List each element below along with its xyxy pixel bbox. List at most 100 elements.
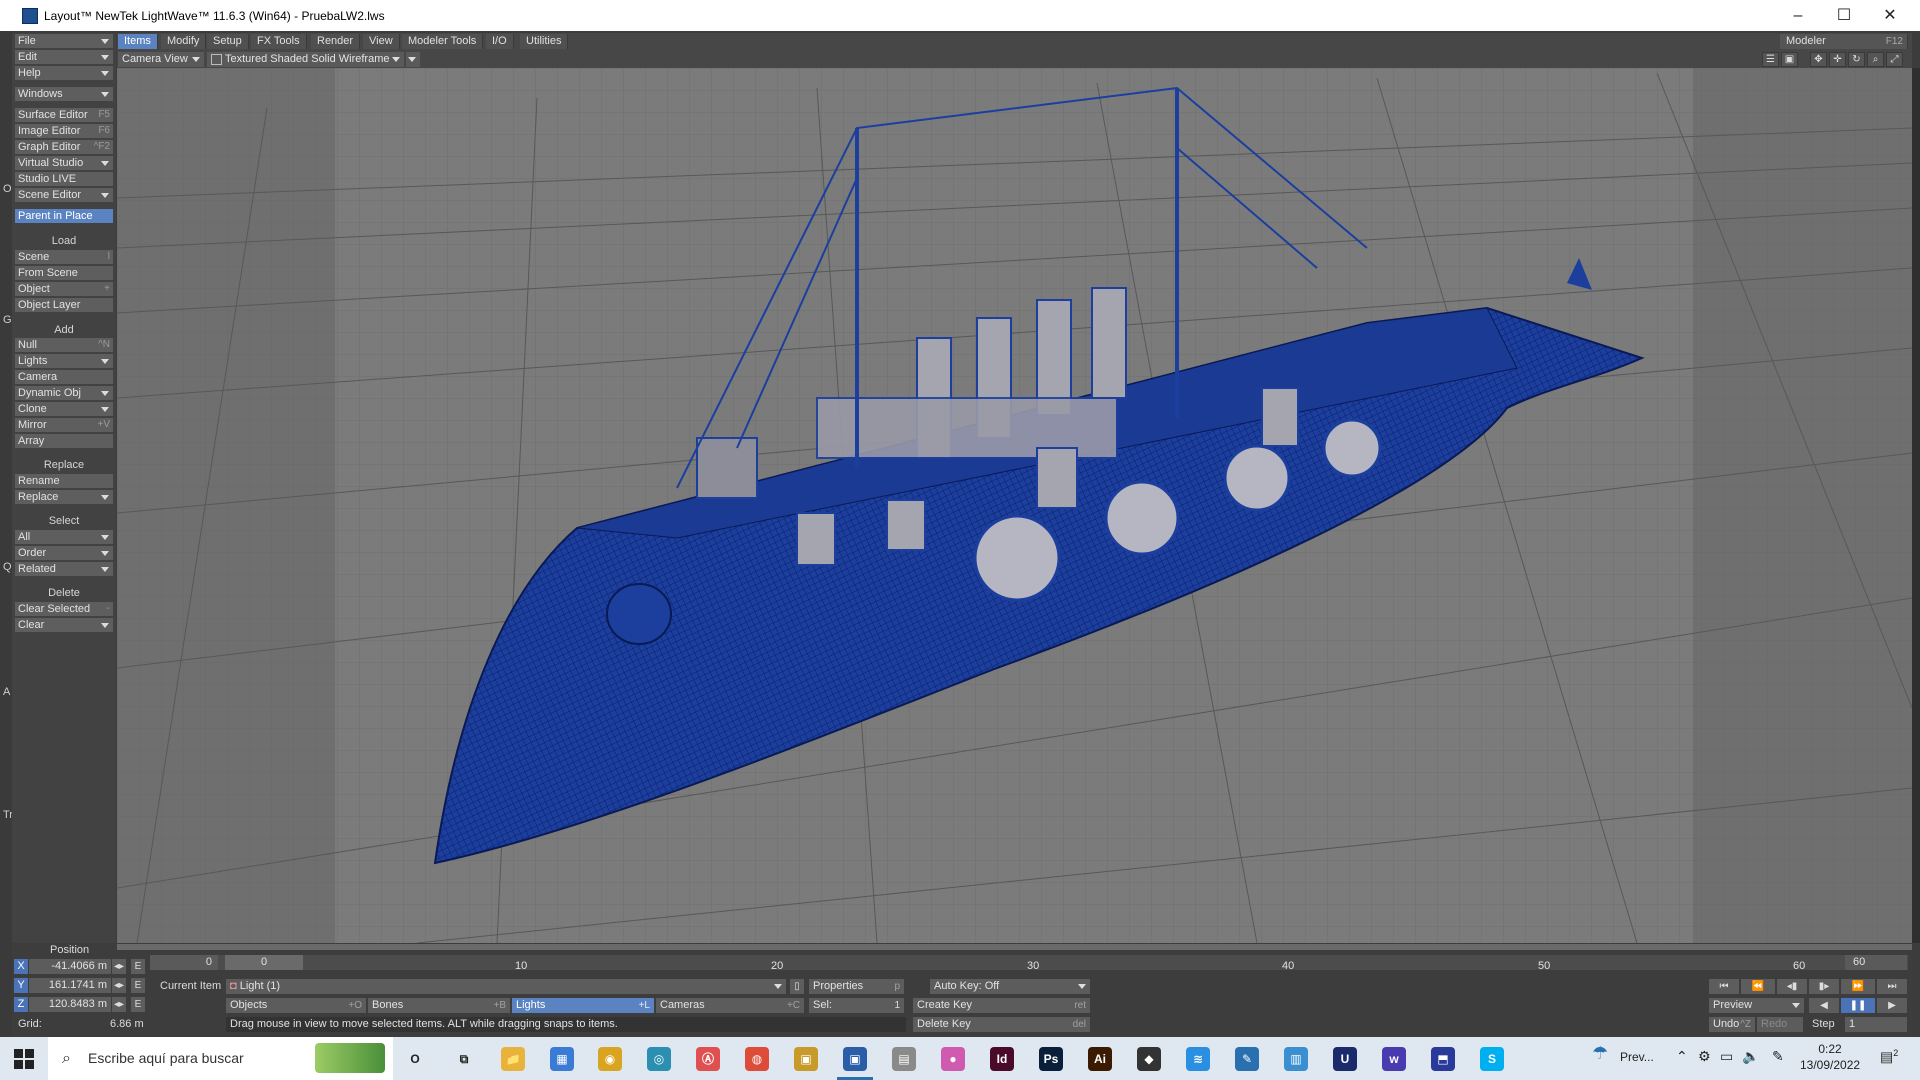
taskbar-chrome-icon[interactable]: ◍ — [745, 1047, 769, 1071]
properties-button[interactable]: Properties p — [809, 979, 904, 994]
taskbar-app-grey-icon[interactable]: ▤ — [892, 1047, 916, 1071]
taskbar-app-red-outline-icon[interactable]: Ⓐ — [696, 1047, 720, 1071]
add-null-button[interactable]: Null ^N — [15, 338, 113, 352]
x-envelope-button[interactable]: E — [131, 959, 145, 974]
taskbar-app-gradient-icon[interactable]: ● — [941, 1047, 965, 1071]
taskbar-search-box[interactable]: ⌕ Escribe aquí para buscar — [48, 1037, 393, 1080]
graph-editor-button[interactable]: Graph Editor ^F2 — [15, 140, 113, 154]
clear-selected-button[interactable]: Clear Selected - — [15, 602, 113, 616]
pen-icon[interactable]: ✎ — [1772, 1048, 1784, 1065]
taskbar-app-u-icon[interactable]: U — [1333, 1047, 1357, 1071]
clear-button[interactable]: Clear — [15, 618, 113, 632]
load-object-button[interactable]: Object + — [15, 282, 113, 296]
y-drag-icon[interactable]: ◂▸ — [112, 978, 126, 993]
play-icon[interactable]: ▶ — [1877, 998, 1907, 1013]
surface-editor-button[interactable]: Surface Editor F5 — [15, 108, 113, 122]
close-button[interactable]: ✕ — [1867, 0, 1913, 31]
view-options-dropdown[interactable] — [406, 52, 420, 67]
z-envelope-button[interactable]: E — [131, 997, 145, 1012]
viewport-layout-icon[interactable]: ☰ — [1762, 52, 1779, 67]
array-button[interactable]: Array — [15, 434, 113, 448]
z-axis-toggle[interactable]: Z — [14, 997, 28, 1012]
taskbar-app-yellow-icon[interactable]: ◉ — [598, 1047, 622, 1071]
network-icon[interactable]: ▭ — [1720, 1048, 1733, 1065]
fit-view-icon[interactable]: ⤢ — [1886, 52, 1903, 67]
preview-dropdown[interactable]: Preview — [1709, 998, 1804, 1013]
taskbar-photoshop-icon[interactable]: Ps — [1039, 1047, 1063, 1071]
tray-preview-label[interactable]: Prev... — [1620, 1050, 1654, 1064]
next-frame-icon[interactable]: ▮▸ — [1809, 979, 1839, 994]
studio-live-button[interactable]: Studio LIVE — [15, 172, 113, 186]
render-mode-dropdown[interactable]: Textured Shaded Solid Wireframe — [207, 52, 404, 67]
taskbar-app-blue-wave-icon[interactable]: ≋ — [1186, 1047, 1210, 1071]
previous-frame-icon[interactable]: ◂▮ — [1777, 979, 1807, 994]
tab-io[interactable]: I/O — [486, 34, 514, 49]
select-all-button[interactable]: All — [15, 530, 113, 544]
taskbar-illustrator-icon[interactable]: Ai — [1088, 1047, 1112, 1071]
modeler-switch-button[interactable]: Modeler F12 — [1780, 34, 1908, 49]
volume-icon[interactable]: 🔈 — [1742, 1048, 1759, 1065]
timeline-scroll[interactable] — [117, 944, 1912, 950]
camera-view-dropdown[interactable]: Camera View — [118, 52, 204, 67]
help-menu-button[interactable]: Help — [15, 66, 113, 80]
weather-icon[interactable]: ☂ — [1592, 1043, 1608, 1064]
clock-date[interactable]: 13/09/2022 — [1800, 1058, 1860, 1072]
y-envelope-button[interactable]: E — [131, 978, 145, 993]
mirror-button[interactable]: Mirror +V — [15, 418, 113, 432]
clone-button[interactable]: Clone — [15, 402, 113, 416]
taskbar-app-teal-icon[interactable]: ◎ — [647, 1047, 671, 1071]
windows-start-icon[interactable] — [14, 1049, 34, 1069]
timeline-start-field[interactable]: 0 — [150, 955, 218, 970]
add-camera-button[interactable]: Camera — [15, 370, 113, 384]
y-axis-toggle[interactable]: Y — [14, 978, 28, 993]
taskbar-calculator-icon[interactable]: ▦ — [550, 1047, 574, 1071]
edit-menu-button[interactable]: Edit — [15, 50, 113, 64]
notification-icon[interactable]: ▤2 — [1880, 1048, 1898, 1066]
replace-button[interactable]: Replace — [15, 490, 113, 504]
rename-button[interactable]: Rename — [15, 474, 113, 488]
previous-key-icon[interactable]: ⏪ — [1741, 979, 1775, 994]
pause-icon[interactable]: ❚❚ — [1841, 998, 1875, 1013]
tab-setup[interactable]: Setup — [207, 34, 249, 49]
taskbar-indesign-icon[interactable]: Id — [990, 1047, 1014, 1071]
add-dynamic-obj-button[interactable]: Dynamic Obj — [15, 386, 113, 400]
tray-chevron-up-icon[interactable]: ⌃ — [1676, 1048, 1688, 1065]
tab-fx-tools[interactable]: FX Tools — [251, 34, 307, 49]
tab-modeler-tools[interactable]: Modeler Tools — [402, 34, 484, 49]
windows-menu-button[interactable]: Windows — [15, 87, 113, 101]
next-key-icon[interactable]: ⏩ — [1841, 979, 1875, 994]
clock-time[interactable]: 0:22 — [1800, 1042, 1860, 1056]
rotate-view-icon[interactable]: ↻ — [1848, 52, 1865, 67]
taskbar-skype-icon[interactable]: S — [1480, 1047, 1504, 1071]
current-item-dropdown[interactable]: ◘ Light (1) — [226, 979, 786, 994]
load-object-layer-button[interactable]: Object Layer — [15, 298, 113, 312]
timeline-end-field[interactable]: 60 — [1845, 955, 1907, 970]
x-position-field[interactable]: -41.4066 m — [29, 959, 111, 974]
select-order-button[interactable]: Order — [15, 546, 113, 560]
mode-lights-button[interactable]: Lights +L — [512, 998, 654, 1013]
select-related-button[interactable]: Related — [15, 562, 113, 576]
load-from-scene-button[interactable]: From Scene — [15, 266, 113, 280]
taskbar-app-folder-blue-icon[interactable]: ⬒ — [1431, 1047, 1455, 1071]
3d-viewport[interactable] — [117, 68, 1912, 943]
virtual-studio-button[interactable]: Virtual Studio — [15, 156, 113, 170]
pan-view-icon[interactable]: ✛ — [1829, 52, 1846, 67]
tab-items[interactable]: Items — [118, 34, 158, 49]
scene-editor-button[interactable]: Scene Editor — [15, 188, 113, 202]
tab-view[interactable]: View — [363, 34, 400, 49]
item-info-icon[interactable]: ▯ — [790, 979, 804, 994]
taskbar-file-explorer-icon[interactable]: 📁 — [501, 1047, 525, 1071]
file-menu-button[interactable]: File — [15, 34, 113, 48]
mode-cameras-button[interactable]: Cameras +C — [656, 998, 804, 1013]
redo-button[interactable]: Redo — [1757, 1017, 1803, 1032]
x-drag-icon[interactable]: ◂▸ — [112, 959, 126, 974]
add-lights-button[interactable]: Lights — [15, 354, 113, 368]
viewport-scrollbar[interactable] — [1912, 68, 1920, 943]
timeline-slider[interactable]: 0 — [225, 955, 303, 970]
tab-utilities[interactable]: Utilities — [520, 34, 569, 49]
taskbar-app-monitor-icon[interactable]: ▥ — [1284, 1047, 1308, 1071]
tray-app-icon[interactable]: ⚙ — [1698, 1048, 1711, 1065]
mode-bones-button[interactable]: Bones +B — [368, 998, 510, 1013]
go-to-start-icon[interactable]: ⏮ — [1709, 979, 1739, 994]
maximize-button[interactable]: ☐ — [1821, 0, 1867, 31]
